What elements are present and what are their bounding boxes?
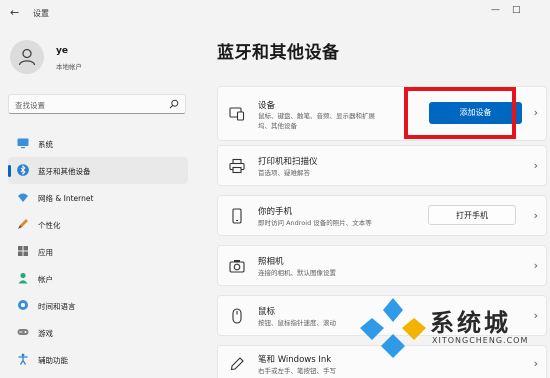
card-description: 鼠标、键盘、触笔、音频、显示器和扩展 bbox=[258, 112, 375, 120]
search-icon[interactable] bbox=[169, 99, 179, 109]
sidebar-item-label: 系统 bbox=[38, 140, 53, 149]
card-description: 连接的相机、默认图像设置 bbox=[258, 269, 336, 277]
back-button[interactable]: ← bbox=[10, 6, 19, 19]
sidebar-item-label: 蓝牙和其他设备 bbox=[38, 167, 91, 176]
chevron-right-icon[interactable]: › bbox=[534, 159, 538, 172]
highlight-box bbox=[404, 87, 516, 139]
search-placeholder: 查找设置 bbox=[15, 101, 45, 110]
maximize-button[interactable]: □ bbox=[512, 5, 521, 15]
printer-icon bbox=[229, 158, 245, 174]
person-icon bbox=[18, 48, 36, 66]
card-title: 笔和 Windows Ink bbox=[258, 355, 332, 365]
minimize-button[interactable]: — bbox=[491, 5, 500, 15]
card-title: 你的手机 bbox=[258, 207, 293, 217]
sidebar-item-bluetooth-devices[interactable]: 蓝牙和其他设备 bbox=[8, 157, 188, 184]
sidebar-item-apps[interactable]: 应用 bbox=[8, 238, 188, 265]
globe-icon bbox=[18, 300, 28, 310]
card-description: 即时访问 Android 设备的照片、文本等 bbox=[258, 219, 372, 227]
brush-icon bbox=[18, 219, 28, 229]
sidebar-item-label: 辅助功能 bbox=[38, 356, 68, 365]
chevron-right-icon[interactable]: › bbox=[534, 106, 538, 119]
account-type: 本地帐户 bbox=[56, 63, 82, 71]
sidebar-item-label: 时间和语言 bbox=[38, 302, 76, 311]
card-title: 照相机 bbox=[258, 257, 284, 267]
sidebar-item-network[interactable]: 网络 & Internet bbox=[8, 184, 188, 211]
sidebar-nav: 系统 蓝牙和其他设备 网络 & Internet 个性化 应用 帐户 时间和语言… bbox=[8, 130, 188, 373]
phone-icon bbox=[232, 208, 242, 224]
person-icon bbox=[18, 272, 28, 284]
card-description-line2: 坞、其他设备 bbox=[258, 122, 297, 130]
chevron-right-icon[interactable]: › bbox=[534, 259, 538, 272]
camera-icon bbox=[229, 260, 245, 273]
sidebar-item-label: 个性化 bbox=[38, 221, 61, 230]
sidebar-item-personalization[interactable]: 个性化 bbox=[8, 211, 188, 238]
apps-icon bbox=[18, 246, 28, 256]
sidebar-item-gaming[interactable]: 游戏 bbox=[8, 319, 188, 346]
window-title: 设置 bbox=[33, 9, 49, 18]
user-name: ye bbox=[56, 46, 68, 56]
search-input[interactable]: 查找设置 bbox=[8, 94, 186, 114]
title-bar: ← 设置 — □ bbox=[0, 0, 550, 26]
card-cameras[interactable]: 照相机 连接的相机、默认图像设置 › bbox=[217, 245, 547, 286]
gamepad-icon bbox=[17, 329, 29, 335]
card-description: 首选项、疑难解答 bbox=[258, 169, 310, 177]
watermark-url: XITONGCHENG.COM bbox=[432, 336, 529, 345]
card-description: 右手或左手、笔按钮、手写 bbox=[258, 367, 336, 375]
card-title: 鼠标 bbox=[258, 307, 276, 317]
sidebar-item-label: 网络 & Internet bbox=[38, 194, 94, 203]
card-your-phone[interactable]: 你的手机 即时访问 Android 设备的照片、文本等 打开手机 › bbox=[217, 195, 547, 236]
sidebar-item-accessibility[interactable]: 辅助功能 bbox=[8, 346, 188, 373]
bluetooth-icon bbox=[17, 164, 29, 176]
card-description: 按钮、鼠标指针速度、滚动 bbox=[258, 319, 336, 327]
watermark-text: 系统城 bbox=[430, 309, 511, 337]
avatar[interactable] bbox=[10, 40, 44, 74]
active-indicator bbox=[8, 165, 11, 177]
wifi-icon bbox=[18, 193, 28, 202]
accessibility-icon bbox=[18, 353, 28, 365]
card-title: 设备 bbox=[258, 101, 276, 111]
sidebar-item-system[interactable]: 系统 bbox=[8, 130, 188, 157]
watermark-logo-icon bbox=[360, 298, 426, 358]
sidebar-item-label: 应用 bbox=[38, 248, 53, 257]
pen-icon bbox=[230, 357, 244, 371]
sidebar-item-time-language[interactable]: 时间和语言 bbox=[8, 292, 188, 319]
sidebar-item-accounts[interactable]: 帐户 bbox=[8, 265, 188, 292]
monitor-icon bbox=[17, 138, 29, 149]
card-printers-scanners[interactable]: 打印机和扫描仪 首选项、疑难解答 › bbox=[217, 145, 547, 186]
card-title: 打印机和扫描仪 bbox=[258, 157, 318, 167]
sidebar-item-label: 帐户 bbox=[38, 275, 53, 284]
open-phone-button[interactable]: 打开手机 bbox=[428, 205, 516, 225]
chevron-right-icon[interactable]: › bbox=[534, 357, 538, 370]
mouse-icon bbox=[232, 308, 242, 324]
devices-icon bbox=[229, 107, 245, 121]
chevron-right-icon[interactable]: › bbox=[534, 309, 538, 322]
sidebar-item-label: 游戏 bbox=[38, 329, 53, 338]
chevron-right-icon[interactable]: › bbox=[534, 209, 538, 222]
page-title: 蓝牙和其他设备 bbox=[217, 43, 340, 63]
